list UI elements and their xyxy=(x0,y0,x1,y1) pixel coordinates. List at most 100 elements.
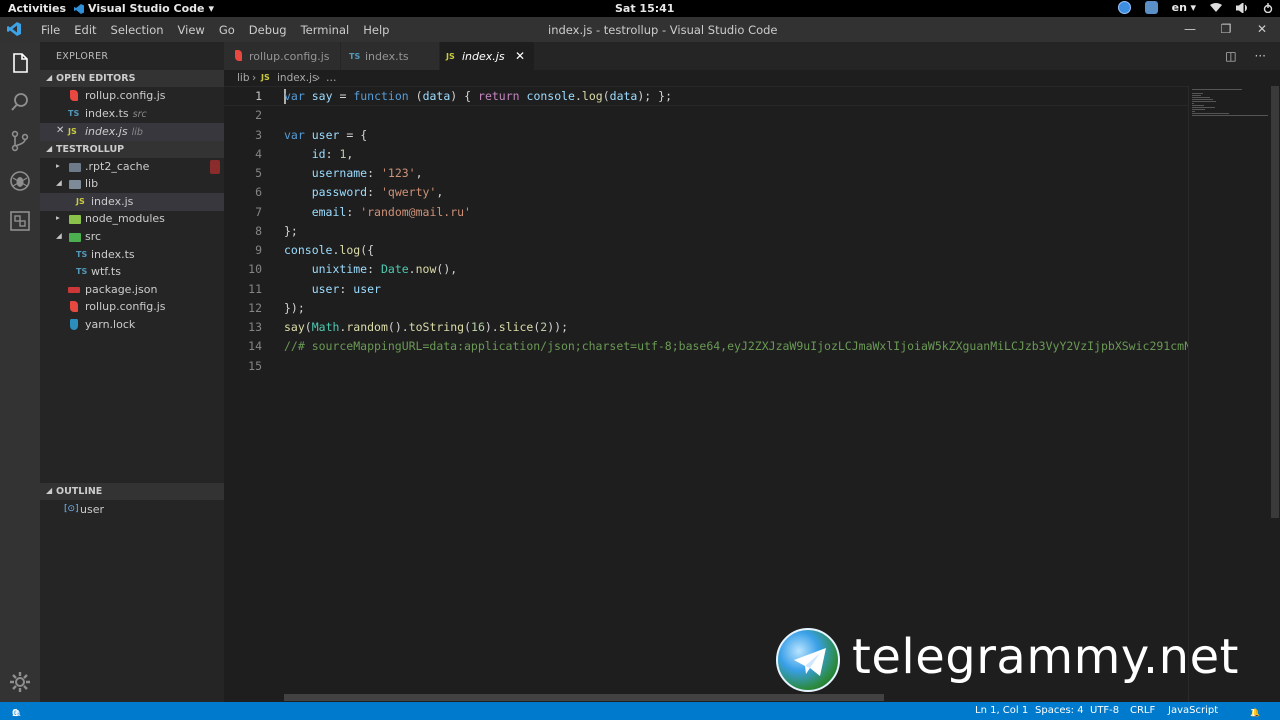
code-line: var say = function (data) { return conso… xyxy=(284,89,672,103)
menu-bar: File Edit Selection View Go Debug Termin… xyxy=(34,17,396,42)
project-label: TESTROLLUP xyxy=(56,144,125,155)
close-icon[interactable]: ✕ xyxy=(56,125,64,137)
breadcrumb-folder[interactable]: lib xyxy=(237,72,250,84)
outline-label: OUTLINE xyxy=(56,486,103,497)
tree-file-index-ts[interactable]: TS index.ts xyxy=(40,246,224,264)
tab-label: rollup.config.js xyxy=(249,50,330,63)
cursor-position[interactable]: Ln 1, Col 1 xyxy=(975,705,1028,716)
scrollbar-thumb[interactable] xyxy=(1271,86,1279,518)
notification-count: 1 xyxy=(1250,708,1257,719)
breadcrumb-symbols[interactable]: … xyxy=(326,72,337,84)
clock[interactable]: Sat 15:41 xyxy=(615,2,674,15)
tree-folder-src[interactable]: ◢ src xyxy=(40,228,224,246)
line-number: 7 xyxy=(255,204,262,219)
extensions-icon[interactable] xyxy=(8,209,32,233)
globe-icon[interactable] xyxy=(1117,1,1131,14)
chevron-down-icon: ▾ xyxy=(1190,1,1196,14)
minimap-line xyxy=(1192,105,1204,106)
tree-file-yarn-lock[interactable]: yarn.lock xyxy=(40,316,224,334)
code-line: //# sourceMappingURL=data:application/js… xyxy=(284,339,1270,354)
tab-index-js[interactable]: JS index.js ✕ xyxy=(440,42,534,70)
files-icon[interactable] xyxy=(8,51,32,75)
tree-item-label: package.json xyxy=(85,283,158,296)
tree-file-rollup-config[interactable]: rollup.config.js xyxy=(40,298,224,316)
settings-gear-icon[interactable] xyxy=(8,670,32,694)
caret-down-icon: ◢ xyxy=(46,486,53,495)
tree-folder-rpt2-cache[interactable]: ▸ .rpt2_cache xyxy=(40,158,224,176)
code-editor[interactable]: 1 2 3 4 5 6 7 8 9 10 11 12 13 14 15 var say = function… xyxy=(224,86,1270,702)
minimap[interactable] xyxy=(1188,86,1270,702)
menu-help[interactable]: Help xyxy=(356,23,396,37)
code-line: password: 'qwerty', xyxy=(311,185,444,200)
language-mode[interactable]: JavaScript xyxy=(1168,705,1218,716)
breadcrumb-file[interactable]: index.js xyxy=(277,72,317,84)
menu-view[interactable]: View xyxy=(171,23,212,37)
tree-item-label: yarn.lock xyxy=(85,318,136,331)
activity-bar xyxy=(0,42,40,702)
search-icon[interactable] xyxy=(8,90,32,114)
open-editor-label: index.js lib xyxy=(85,125,143,138)
close-icon[interactable]: ✕ xyxy=(515,49,525,63)
tab-index-ts[interactable]: TS index.ts xyxy=(341,42,439,70)
line-number: 4 xyxy=(255,146,262,161)
close-window-button[interactable]: ✕ xyxy=(1244,17,1280,42)
open-editor-index-js[interactable]: ✕ JS index.js lib xyxy=(40,123,224,141)
source-control-icon[interactable] xyxy=(8,129,32,153)
menu-selection[interactable]: Selection xyxy=(104,23,171,37)
menu-edit[interactable]: Edit xyxy=(67,23,103,37)
outline-header[interactable]: ◢ OUTLINE xyxy=(40,483,224,500)
minimize-button[interactable]: — xyxy=(1172,17,1208,42)
language-indicator[interactable]: en ▾ xyxy=(1172,1,1196,14)
end-of-line[interactable]: CRLF xyxy=(1130,705,1155,716)
code-line: email: 'random@mail.ru' xyxy=(311,204,471,219)
pin-icon[interactable] xyxy=(1144,1,1158,14)
menu-terminal[interactable]: Terminal xyxy=(294,23,357,37)
encoding[interactable]: UTF-8 xyxy=(1090,705,1119,716)
yarn-icon xyxy=(70,319,78,330)
project-header[interactable]: ◢ TESTROLLUP xyxy=(40,141,224,158)
wifi-icon[interactable] xyxy=(1210,2,1222,13)
app-menu-label: Visual Studio Code xyxy=(88,2,205,15)
open-editor-rollup-config[interactable]: rollup.config.js xyxy=(40,87,224,105)
line-number: 3 xyxy=(255,127,262,142)
node-folder-icon xyxy=(69,215,81,224)
chevron-down-icon: ◢ xyxy=(56,231,62,240)
npm-icon xyxy=(68,287,80,293)
tab-label: index.js xyxy=(462,50,505,63)
horizontal-scrollbar[interactable] xyxy=(284,694,884,701)
system-top-bar: Activities Visual Studio Code ▾ Sat 15:4… xyxy=(0,0,1280,17)
tree-file-wtf-ts[interactable]: TS wtf.ts xyxy=(40,263,224,281)
debug-icon[interactable] xyxy=(8,169,32,193)
tab-rollup-config[interactable]: rollup.config.js xyxy=(224,42,340,70)
tree-file-index-js[interactable]: JS index.js xyxy=(40,193,224,211)
tree-folder-node-modules[interactable]: ▸ node_modules xyxy=(40,210,224,228)
menu-debug[interactable]: Debug xyxy=(242,23,294,37)
activities-button[interactable]: Activities xyxy=(8,2,66,15)
tree-item-label: rollup.config.js xyxy=(85,300,166,313)
split-editor-icon[interactable]: ◫ xyxy=(1225,49,1236,63)
title-bar: File Edit Selection View Go Debug Termin… xyxy=(0,17,1280,42)
open-editors-header[interactable]: ◢ OPEN EDITORS xyxy=(40,70,224,87)
telegram-globe-logo xyxy=(776,628,840,692)
app-menu[interactable]: Visual Studio Code ▾ xyxy=(74,2,214,15)
open-editor-index-ts[interactable]: TS index.ts src xyxy=(40,105,224,123)
typescript-file-icon: TS xyxy=(349,52,361,61)
tree-file-package-json[interactable]: package.json xyxy=(40,281,224,299)
restore-button[interactable]: ❐ xyxy=(1208,17,1244,42)
menu-go[interactable]: Go xyxy=(212,23,242,37)
indentation[interactable]: Spaces: 4 xyxy=(1035,705,1084,716)
code-line: unixtime: Date.now(), xyxy=(311,262,458,277)
caret-down-icon: ◢ xyxy=(46,73,53,82)
outline-item-user[interactable]: [⊙] user xyxy=(40,501,224,519)
code-line: id: 1, xyxy=(311,146,354,161)
menu-file[interactable]: File xyxy=(34,23,67,37)
volume-icon[interactable] xyxy=(1236,2,1248,13)
more-actions-icon[interactable]: ··· xyxy=(1255,49,1266,63)
folder-open-icon xyxy=(69,180,81,189)
code-line: var user = { xyxy=(284,127,368,142)
power-icon[interactable] xyxy=(1262,2,1274,13)
outline-item-label: user xyxy=(80,503,104,516)
minimap-line xyxy=(1192,97,1210,98)
vertical-scrollbar[interactable] xyxy=(1270,86,1280,702)
tree-folder-lib[interactable]: ◢ lib xyxy=(40,175,224,193)
